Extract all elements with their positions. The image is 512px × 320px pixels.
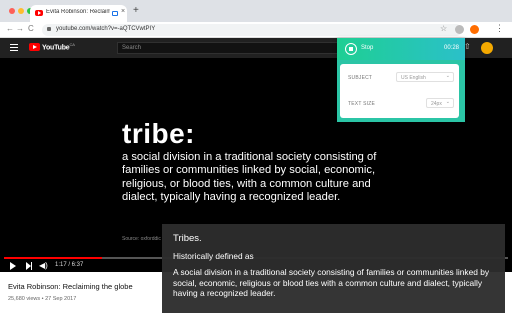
window-close-button[interactable] xyxy=(9,8,15,14)
tab-title: Evita Robinson: Reclaimin xyxy=(46,9,110,15)
youtube-logo[interactable]: YouTubeCA xyxy=(42,42,75,51)
avatar[interactable] xyxy=(481,42,493,54)
extension-profile-icon[interactable] xyxy=(470,25,479,34)
new-tab-button[interactable]: + xyxy=(133,6,139,16)
chevron-down-icon: ⌄ xyxy=(445,99,450,105)
window-minimize-button[interactable] xyxy=(18,8,24,14)
upload-icon[interactable]: ⇧ xyxy=(464,42,471,54)
volume-icon[interactable]: ◀) xyxy=(39,261,48,270)
caption-definition: A social division in a traditional socie… xyxy=(173,267,490,299)
youtube-logo-icon[interactable] xyxy=(29,43,40,51)
caption-subtitle: Historically defined as xyxy=(173,251,254,261)
text-size-label: TEXT SIZE xyxy=(348,101,375,107)
reload-button[interactable]: C xyxy=(28,24,34,34)
subject-select[interactable]: US English ⌄ xyxy=(396,72,454,82)
popup-body: SUBJECT US English ⌄ TEXT SIZE 24px ⌄ xyxy=(337,60,465,122)
caption-overlay: Tribes. Historically defined as A social… xyxy=(162,224,505,313)
hamburger-menu-icon[interactable] xyxy=(10,44,18,51)
next-button[interactable] xyxy=(26,262,32,270)
settings-card: SUBJECT US English ⌄ TEXT SIZE 24px ⌄ xyxy=(340,64,459,118)
lock-icon xyxy=(47,27,51,31)
stop-button[interactable] xyxy=(345,43,357,55)
youtube-region: CA xyxy=(69,42,75,47)
extension-popup: Stop 00:28 SUBJECT US English ⌄ TEXT SIZ… xyxy=(337,38,465,122)
forward-button[interactable]: → xyxy=(16,24,24,34)
url-text: youtube.com/watch?v=-aQTCVwtPIY xyxy=(56,26,156,32)
stop-label[interactable]: Stop xyxy=(361,45,373,51)
tab-recording-icon xyxy=(112,11,118,16)
time-display: 1:17 / 6:37 xyxy=(55,262,84,268)
caption-term: Tribes. xyxy=(173,233,202,244)
youtube-logo-text: YouTube xyxy=(42,44,70,52)
text-size-select[interactable]: 24px ⌄ xyxy=(426,98,454,108)
tab-close-icon[interactable]: × xyxy=(121,8,125,15)
address-bar[interactable]: youtube.com/watch?v=-aQTCVwtPIY xyxy=(42,24,462,36)
subject-value: US English xyxy=(401,74,426,81)
play-button[interactable] xyxy=(10,262,16,270)
video-meta: 25,680 views • 27 Sep 2017 xyxy=(8,296,77,302)
browser-toolbar: ← → C youtube.com/watch?v=-aQTCVwtPIY ☆ … xyxy=(0,22,512,38)
youtube-favicon-icon xyxy=(35,10,43,16)
video-title: Evita Robinson: Reclaiming the globe xyxy=(8,282,133,291)
recording-timer: 00:28 xyxy=(443,45,459,51)
search-placeholder: Search xyxy=(122,45,142,51)
browser-tab-active[interactable]: Evita Robinson: Reclaimin × xyxy=(30,5,127,22)
video-definition: a social division in a traditional socie… xyxy=(122,151,377,204)
extension-captions-icon[interactable] xyxy=(455,25,464,34)
subject-label: SUBJECT xyxy=(348,75,373,81)
search-input[interactable]: Search xyxy=(117,42,342,54)
video-source: Source: oxforddic xyxy=(122,236,161,242)
progress-fill xyxy=(4,257,102,259)
browser-menu-icon[interactable]: ⋮ xyxy=(495,23,504,34)
popup-header: Stop 00:28 xyxy=(337,38,465,60)
text-size-value: 24px xyxy=(431,100,442,107)
chevron-down-icon: ⌄ xyxy=(445,73,450,79)
browser-tab-bar: Evita Robinson: Reclaimin × + xyxy=(0,0,512,22)
video-headword: tribe: xyxy=(122,118,195,149)
bookmark-star-icon[interactable]: ☆ xyxy=(440,24,447,33)
back-button[interactable]: ← xyxy=(6,24,14,34)
